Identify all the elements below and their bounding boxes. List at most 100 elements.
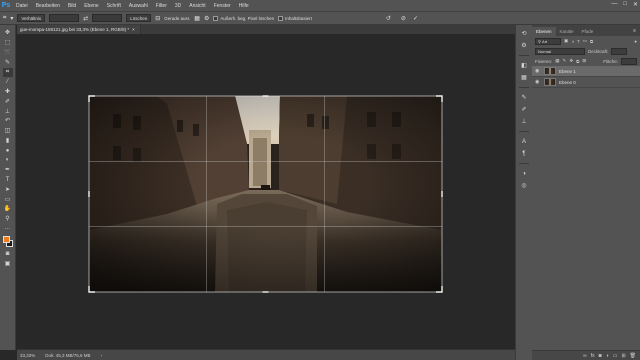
menu-help[interactable]: Hilfe (235, 3, 253, 9)
color-icon[interactable]: ◧ (519, 61, 529, 70)
swap-icon[interactable]: ⇄ (83, 15, 88, 22)
type-tool-icon[interactable]: T (3, 176, 13, 185)
filter-type-icon[interactable]: T (577, 39, 580, 44)
lock-artboard-icon[interactable]: ⧉ (576, 59, 579, 64)
crop-tool-icon[interactable]: ⌗ (2, 68, 13, 77)
filter-toggle-icon[interactable]: ● (634, 39, 637, 44)
path-selection-tool-icon[interactable]: ➤ (3, 186, 13, 195)
cancel-icon[interactable]: ⊘ (401, 15, 406, 22)
fill-field[interactable] (621, 57, 637, 65)
crop-canvas[interactable] (17, 34, 512, 349)
menu-image[interactable]: Bild (64, 3, 80, 9)
menu-type[interactable]: Schrift (103, 3, 125, 9)
clone-stamp-tool-icon[interactable]: ⊥ (3, 107, 13, 116)
layer-name[interactable]: Ebene 0 (559, 80, 576, 85)
shape-tool-icon[interactable]: ▭ (3, 195, 13, 204)
tab-paths[interactable]: Pfade (578, 27, 598, 36)
layer-filter-select[interactable]: ⚲ Art (535, 37, 561, 45)
more-tools-icon[interactable]: ··· (3, 225, 13, 234)
lock-position-icon[interactable]: ✥ (569, 58, 573, 64)
delete-cropped-option[interactable]: Außerh. beg. Pixel löschen (213, 15, 274, 21)
visibility-eye-icon[interactable]: ◉ (535, 68, 541, 74)
delete-cropped-checkbox[interactable] (213, 15, 219, 21)
screen-mode-icon[interactable]: ▣ (3, 259, 13, 268)
hand-tool-icon[interactable]: ✋ (3, 205, 13, 214)
history-brush-tool-icon[interactable]: ↶ (3, 117, 13, 126)
lasso-tool-icon[interactable]: ➰ (3, 49, 13, 58)
gradient-tool-icon[interactable]: ▮ (3, 137, 13, 146)
close-button[interactable]: ✕ (633, 1, 638, 8)
link-layers-icon[interactable]: ∞ (583, 353, 587, 359)
panel-menu-icon[interactable]: ≡ (633, 28, 640, 36)
brush-settings-icon[interactable]: ✎ (519, 93, 529, 102)
quick-mask-icon[interactable]: ◙ (3, 250, 13, 259)
filter-adjustment-icon[interactable]: ◑ (571, 39, 574, 44)
eyedropper-tool-icon[interactable]: ⁄ (3, 78, 13, 87)
tab-channels[interactable]: Kanäle (556, 27, 578, 36)
layer-name[interactable]: Ebene 1 (559, 69, 576, 74)
new-group-icon[interactable]: ▭ (613, 353, 618, 359)
styles-icon[interactable]: ◎ (519, 181, 529, 190)
ratio-width-field[interactable] (49, 14, 80, 22)
minimize-button[interactable]: — (611, 1, 617, 8)
brushes-icon[interactable]: ✐ (519, 105, 529, 114)
menu-3d[interactable]: 3D (171, 3, 185, 9)
ratio-select[interactable]: Verhältnis (17, 14, 46, 22)
canvas-area[interactable] (17, 34, 512, 349)
add-mask-icon[interactable]: ◙ (599, 353, 602, 359)
properties-icon[interactable]: ⚙ (519, 41, 529, 50)
dodge-tool-icon[interactable]: ◐ (3, 156, 13, 165)
paragraph-icon[interactable]: ¶ (519, 149, 529, 158)
tool-preset-chevron-icon[interactable]: ▾ (10, 15, 13, 22)
move-tool-icon[interactable]: ✥ (3, 29, 13, 38)
layer-item[interactable]: ◉ Ebene 0 (532, 77, 640, 88)
swatches-icon[interactable]: ▦ (519, 73, 529, 82)
healing-brush-tool-icon[interactable]: ✚ (3, 88, 13, 97)
opacity-field[interactable] (611, 47, 628, 55)
reset-icon[interactable]: ↺ (386, 15, 391, 22)
zoom-level[interactable]: 33,33% (20, 353, 35, 358)
filter-smart-icon[interactable]: ⧉ (590, 39, 593, 44)
blur-tool-icon[interactable]: ● (3, 146, 13, 155)
color-swatches[interactable] (2, 236, 14, 248)
new-adjustment-icon[interactable]: ◑ (606, 353, 609, 359)
delete-layer-icon[interactable]: 🗑 (630, 353, 636, 359)
brush-tool-icon[interactable]: ✐ (3, 97, 13, 106)
settings-gear-icon[interactable]: ⚙ (204, 15, 209, 22)
eraser-tool-icon[interactable]: ◫ (3, 127, 13, 136)
clone-source-icon[interactable]: ⊥ (519, 117, 529, 126)
adjustments-icon[interactable]: ◑ (519, 169, 529, 178)
menu-select[interactable]: Auswahl (125, 3, 152, 9)
zoom-tool-icon[interactable]: ⚲ (3, 215, 13, 224)
visibility-eye-icon[interactable]: ◉ (535, 79, 541, 85)
layer-item[interactable]: ◉ Ebene 1 (532, 66, 640, 77)
document-tab[interactable]: gue-mompa-159121.jpg bei 33,3% (Ebene 1,… (17, 25, 141, 34)
straighten-icon[interactable]: ⊟ (155, 15, 160, 22)
menu-file[interactable]: Datei (12, 3, 32, 9)
ratio-height-field[interactable] (92, 14, 123, 22)
overlay-grid-icon[interactable]: ▦ (194, 15, 200, 22)
lock-all-icon[interactable]: ⊠ (582, 58, 586, 64)
content-aware-checkbox[interactable] (278, 15, 284, 21)
maximize-button[interactable]: □ (623, 1, 627, 8)
blend-mode-select[interactable]: Normal (535, 47, 585, 55)
filter-shape-icon[interactable]: ▭ (583, 38, 587, 44)
quick-select-tool-icon[interactable]: ✎ (3, 58, 13, 67)
content-aware-option[interactable]: Inhaltsbasiert (278, 15, 312, 21)
clear-button[interactable]: Löschen (126, 14, 152, 22)
menu-edit[interactable]: Bearbeiten (32, 3, 64, 9)
lock-paint-icon[interactable]: ✎ (563, 58, 567, 64)
commit-check-icon[interactable]: ✓ (413, 15, 418, 22)
menu-filter[interactable]: Filter (152, 3, 171, 9)
character-icon[interactable]: A (519, 137, 529, 146)
filter-pixel-icon[interactable]: ▣ (564, 38, 568, 44)
menu-layer[interactable]: Ebene (80, 3, 102, 9)
history-icon[interactable]: ⟲ (519, 29, 529, 38)
add-style-icon[interactable]: fx (591, 353, 595, 359)
status-menu-arrow-icon[interactable]: › (101, 353, 103, 358)
pen-tool-icon[interactable]: ✒ (3, 166, 13, 175)
menu-view[interactable]: Ansicht (185, 3, 209, 9)
new-layer-icon[interactable]: ⊞ (621, 353, 625, 359)
lock-pixels-icon[interactable]: ▦ (555, 58, 559, 64)
close-tab-icon[interactable]: × (132, 27, 135, 32)
